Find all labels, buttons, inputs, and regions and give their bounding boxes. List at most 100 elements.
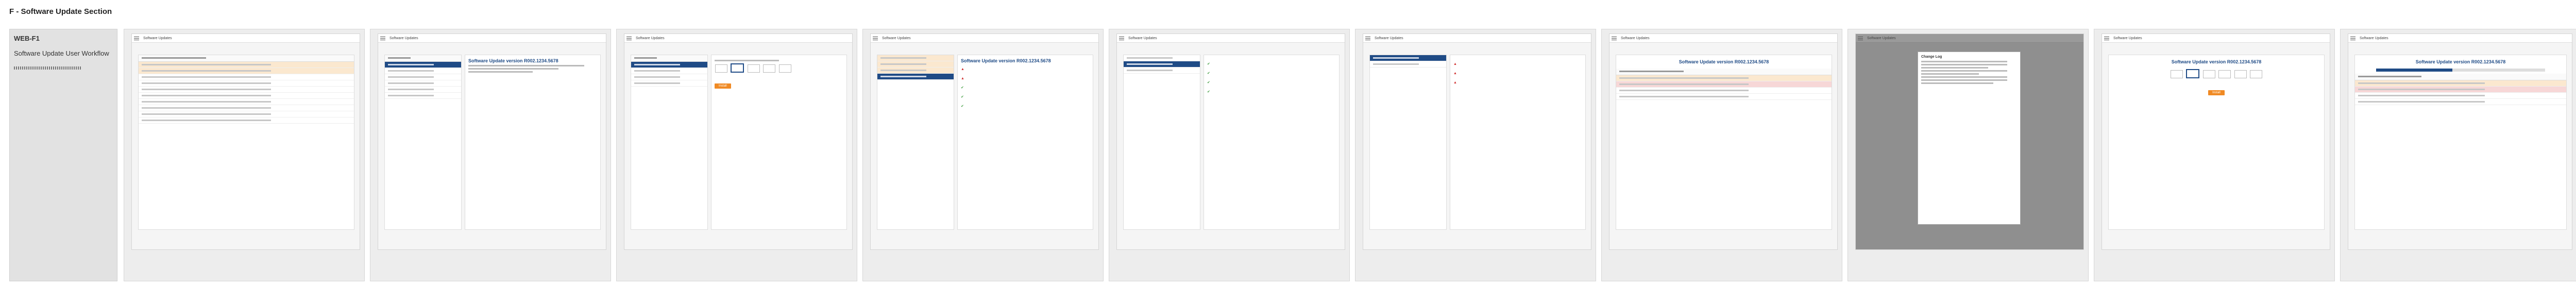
menu-icon[interactable]: [1365, 36, 1370, 40]
table-row[interactable]: [2355, 87, 2566, 93]
menu-icon[interactable]: [1858, 36, 1863, 40]
date-option[interactable]: [2170, 70, 2183, 78]
placeholder-squiggle: [14, 66, 81, 70]
check-icon: ✔: [961, 105, 964, 108]
screen: Software Updates Software Update version…: [870, 33, 1099, 250]
list-item[interactable]: [631, 68, 707, 74]
date-option[interactable]: [2186, 69, 2200, 78]
menu-icon[interactable]: [134, 36, 139, 40]
list-item[interactable]: [1124, 67, 1200, 74]
menu-icon[interactable]: [1612, 36, 1617, 40]
table-row[interactable]: [139, 111, 354, 117]
screen: Software Updates ▲ ▲ ▲: [1363, 33, 1591, 250]
list-item[interactable]: [877, 67, 954, 74]
date-option[interactable]: [2250, 70, 2263, 78]
check-row: ▲: [961, 73, 1090, 82]
top-bar: Software Updates: [1856, 34, 2083, 43]
table-row[interactable]: [1616, 94, 1832, 100]
screen-title: Software Updates: [882, 36, 911, 40]
update-list: [877, 55, 954, 230]
flow-code: WEB-F1: [14, 35, 40, 42]
screen-title: Software Updates: [1128, 36, 1157, 40]
table-row[interactable]: [139, 74, 354, 80]
section-title: F - Software Update Section: [9, 7, 112, 16]
table-header: [2355, 74, 2566, 80]
menu-icon[interactable]: [2350, 36, 2355, 40]
top-bar: Software Updates: [1609, 34, 1837, 43]
list-item[interactable]: [1370, 61, 1446, 67]
date-option[interactable]: [747, 64, 760, 73]
menu-icon[interactable]: [626, 36, 632, 40]
table-header: [139, 55, 354, 62]
date-option[interactable]: [778, 64, 791, 73]
table-row[interactable]: [139, 93, 354, 99]
list-item[interactable]: [385, 62, 461, 68]
dialog-title: Change Log: [1921, 55, 1942, 59]
top-bar: Software Updates: [2348, 34, 2572, 43]
menu-icon[interactable]: [380, 36, 385, 40]
list-item[interactable]: [877, 55, 954, 61]
top-bar: Software Updates: [1117, 34, 1345, 43]
table-row[interactable]: [1616, 88, 1832, 94]
list-item[interactable]: [385, 87, 461, 93]
list-item[interactable]: [877, 74, 954, 80]
table-row[interactable]: [139, 87, 354, 93]
frame-5: Software Updates ✔ ✔ ✔ ✔: [1109, 29, 1350, 281]
table-row[interactable]: [1616, 75, 1832, 81]
check-icon: ✔: [961, 95, 964, 99]
check-row: ✔: [1207, 77, 1336, 86]
table-row[interactable]: [139, 68, 354, 74]
list-item[interactable]: [385, 68, 461, 74]
table-row[interactable]: [2355, 80, 2566, 87]
table-row[interactable]: [139, 62, 354, 68]
table-row[interactable]: [1616, 81, 1832, 88]
menu-icon[interactable]: [2104, 36, 2109, 40]
date-option[interactable]: [2202, 70, 2215, 78]
install-button[interactable]: Install: [2208, 90, 2225, 95]
table-row[interactable]: [2355, 93, 2566, 99]
list-item[interactable]: [631, 62, 707, 68]
screen-title: Software Updates: [1867, 36, 1896, 40]
install-button[interactable]: Install: [715, 83, 731, 89]
screen-title: Software Updates: [1621, 36, 1650, 40]
frame-10: Software Updates Software Update version…: [2340, 29, 2576, 281]
menu-icon[interactable]: [1119, 36, 1124, 40]
warning-icon: ▲: [1453, 81, 1457, 85]
screen: Software Updates ✔ ✔ ✔ ✔: [1116, 33, 1345, 250]
list-item[interactable]: [385, 74, 461, 80]
update-list: [1123, 55, 1200, 230]
screen: Software Updates Software Update version…: [378, 33, 606, 250]
date-option[interactable]: [2234, 70, 2247, 78]
list-item[interactable]: [877, 61, 954, 67]
date-option[interactable]: [715, 64, 727, 73]
frame-2: Software Updates Software Update version…: [370, 29, 611, 281]
check-icon: ✔: [1207, 72, 1210, 75]
list-item[interactable]: [1124, 55, 1200, 61]
table-row[interactable]: [139, 105, 354, 111]
check-row: ✔: [1207, 86, 1336, 95]
date-option[interactable]: [731, 63, 744, 73]
update-list: [631, 55, 708, 230]
update-title: Software Update version R002.1234.5678: [1679, 59, 1769, 64]
menu-icon[interactable]: [873, 36, 878, 40]
date-picker-panel: Software Update version R002.1234.5678 I…: [2108, 55, 2325, 230]
list-item[interactable]: [1124, 61, 1200, 67]
list-item[interactable]: [631, 80, 707, 87]
update-list: [1369, 55, 1447, 230]
screen: Software Updates Software Update version…: [1609, 33, 1838, 250]
table-row[interactable]: [139, 99, 354, 105]
table-row[interactable]: [139, 80, 354, 87]
warning-icon: ▲: [961, 77, 964, 80]
date-option[interactable]: [2218, 70, 2231, 78]
list-item[interactable]: [1370, 55, 1446, 61]
date-option[interactable]: [763, 64, 776, 73]
install-progress-bar: [2376, 69, 2545, 72]
list-item[interactable]: [385, 93, 461, 99]
table-row[interactable]: [139, 117, 354, 124]
screen-title: Software Updates: [636, 36, 665, 40]
progress-fill: [2376, 69, 2452, 72]
list-item[interactable]: [631, 74, 707, 80]
check-row: ✔: [1207, 67, 1336, 77]
list-item[interactable]: [385, 80, 461, 87]
table-row[interactable]: [2355, 99, 2566, 105]
